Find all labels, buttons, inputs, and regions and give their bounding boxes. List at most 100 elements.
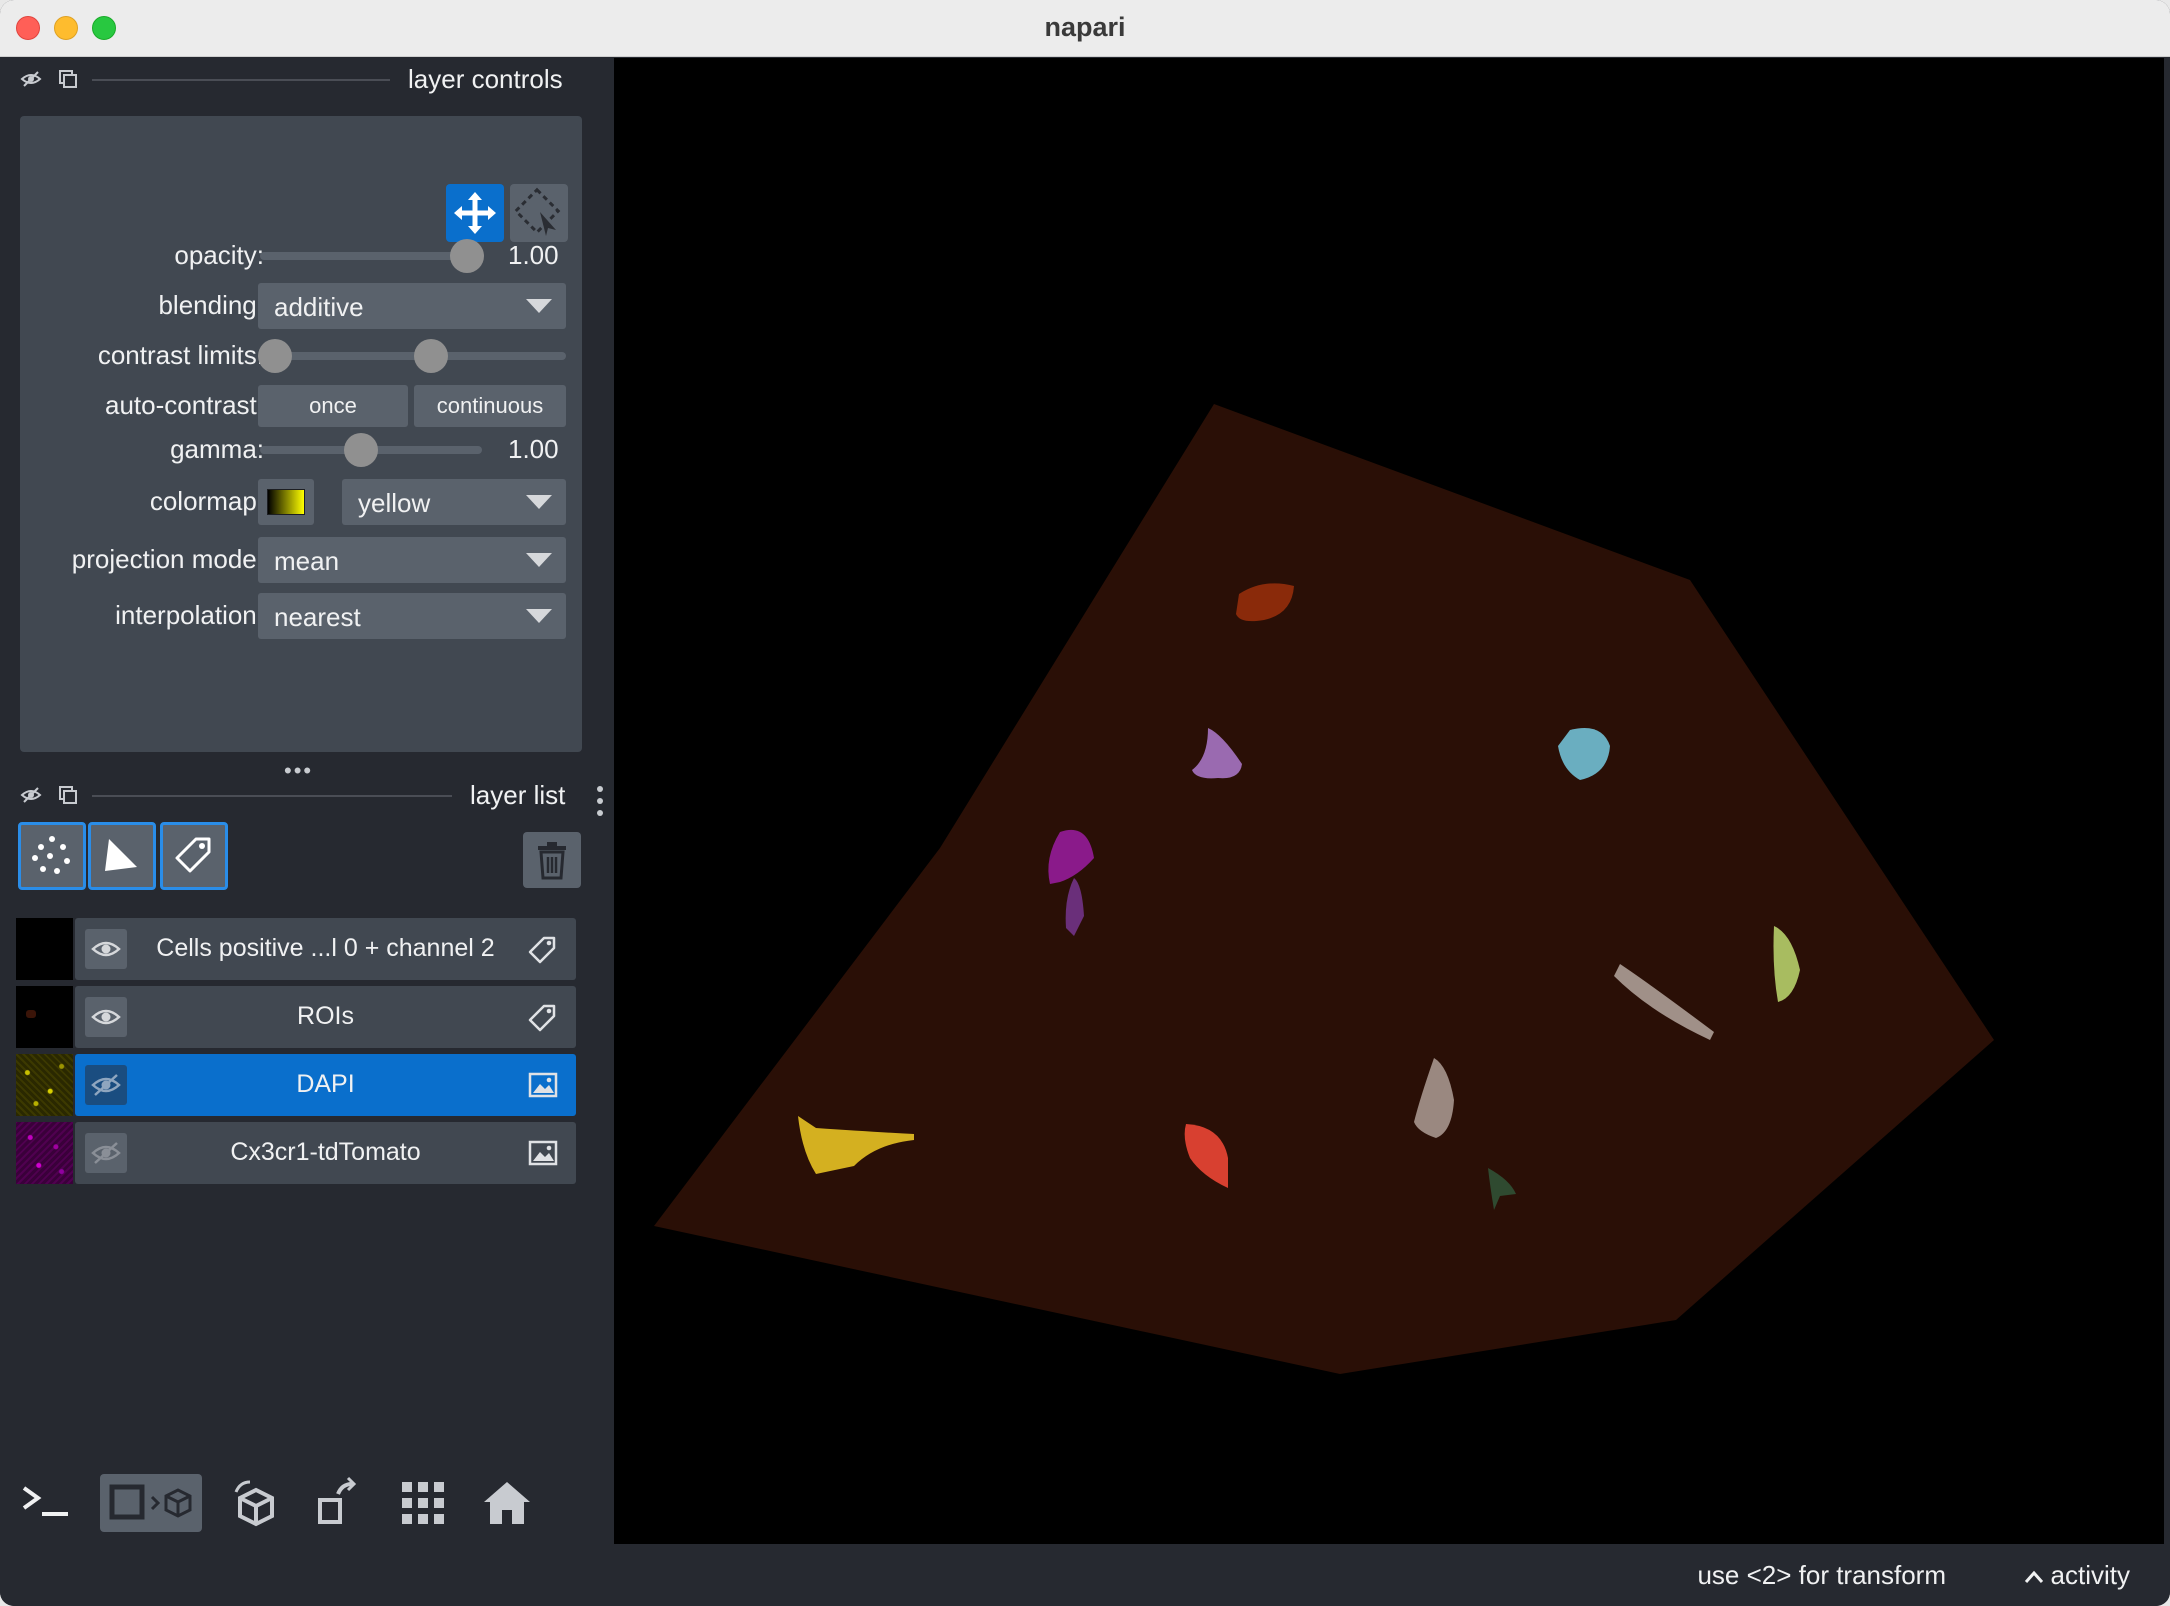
labels-icon [175, 837, 211, 873]
layer-thumbnail [16, 1122, 73, 1184]
layer-name: Cx3cr1-tdTomato [230, 1138, 421, 1166]
layer-row-cx3cr1[interactable]: Cx3cr1-tdTomato [16, 1122, 576, 1184]
chevron-down-icon [526, 495, 552, 509]
layer-item[interactable]: DAPI [75, 1054, 576, 1116]
contrast-limits-high-handle[interactable] [414, 339, 448, 373]
projection-mode-dropdown[interactable]: mean [258, 537, 566, 583]
colormap-swatch [267, 489, 305, 515]
more-options-icon[interactable] [594, 784, 606, 818]
home-icon [484, 1482, 530, 1524]
colormap-label: colormap: [149, 486, 264, 516]
colormap-dropdown[interactable]: yellow [342, 479, 566, 525]
shapes-icon [105, 839, 137, 871]
roll-dims-icon [234, 1480, 274, 1527]
opacity-row: opacity: 1.00 [20, 234, 582, 278]
console-button[interactable] [16, 1474, 74, 1532]
gamma-row: gamma: 1.00 [20, 428, 582, 472]
interpolation-label: interpolation: [115, 600, 264, 630]
opacity-slider-track[interactable] [260, 252, 482, 260]
colormap-value: yellow [358, 488, 431, 518]
visibility-toggle[interactable] [85, 1133, 127, 1173]
eye-hidden-icon [91, 1074, 121, 1096]
auto-contrast-row: auto-contrast: once continuous [20, 384, 582, 428]
blending-row: blending: additive [20, 283, 582, 329]
thumbnail-blob [26, 1010, 36, 1018]
projection-mode-value: mean [274, 546, 340, 576]
interpolation-dropdown[interactable]: nearest [258, 593, 566, 639]
image-icon [528, 1072, 558, 1098]
float-dock-icon[interactable] [57, 68, 79, 90]
gamma-value: 1.00 [508, 434, 559, 464]
visibility-toggle[interactable] [85, 1065, 127, 1105]
layer-item[interactable]: Cx3cr1-tdTomato [75, 1122, 576, 1184]
opacity-value: 1.00 [508, 240, 559, 270]
layer-controls-header: layer controls [0, 58, 612, 102]
image-icon [528, 1140, 558, 1166]
title-bar: napari [0, 0, 2170, 57]
opacity-slider-handle[interactable] [450, 239, 484, 273]
contrast-limits-track[interactable] [260, 352, 566, 360]
roll-dims-button[interactable] [226, 1474, 284, 1532]
layer-item[interactable]: Cells positive ...l 0 + channel 2 [75, 918, 576, 980]
header-divider [92, 79, 390, 81]
layer-row-rois[interactable]: ROIs [16, 986, 576, 1048]
layer-row-dapi[interactable]: DAPI [16, 1054, 576, 1116]
layer-name: DAPI [296, 1070, 355, 1098]
chevron-down-icon [526, 609, 552, 623]
float-dock-icon[interactable] [57, 784, 79, 806]
colormap-swatch-button[interactable] [258, 479, 314, 525]
eye-icon [91, 1009, 121, 1025]
auto-contrast-continuous-button[interactable]: continuous [414, 385, 566, 427]
points-icon [32, 836, 70, 874]
activity-button[interactable]: activity [2023, 1560, 2130, 1591]
projection-mode-row: projection mode: mean [20, 537, 582, 583]
layer-list-header: layer list [0, 774, 612, 818]
new-shapes-layer-button[interactable] [88, 822, 156, 890]
layer-thumbnail [16, 986, 73, 1048]
chevron-up-icon [2024, 1570, 2043, 1584]
ndisplay-toggle-button[interactable] [100, 1474, 202, 1532]
transpose-button[interactable] [310, 1474, 368, 1532]
layer-controls-panel: opacity: 1.00 blending: additive contras… [20, 116, 582, 752]
transpose-icon [318, 1476, 357, 1524]
napari-window: napari layer controls opacity: 1.00 blen… [0, 0, 2170, 1606]
layer-item[interactable]: ROIs [75, 986, 576, 1048]
blending-value: additive [274, 292, 364, 322]
new-labels-layer-button[interactable] [160, 822, 228, 890]
hide-dock-icon[interactable] [20, 68, 42, 90]
grid-icon [402, 1482, 444, 1524]
new-points-layer-button[interactable] [18, 822, 86, 890]
auto-contrast-once-button[interactable]: once [258, 385, 408, 427]
ndisplay-toggle-icon [109, 1484, 192, 1520]
visibility-toggle[interactable] [85, 997, 127, 1037]
layer-thumbnail [16, 1054, 73, 1116]
colormap-row: colormap: yellow [20, 479, 582, 525]
layer-name: ROIs [297, 1002, 354, 1030]
grid-view-button[interactable] [394, 1474, 452, 1532]
trash-icon [538, 842, 566, 880]
left-dock: layer controls opacity: 1.00 blending: a… [0, 58, 612, 1548]
contrast-limits-low-handle[interactable] [258, 339, 292, 373]
chevron-down-icon [526, 553, 552, 567]
gamma-label: gamma: [170, 434, 264, 464]
blending-dropdown[interactable]: additive [258, 283, 566, 329]
home-button[interactable] [478, 1474, 536, 1532]
viewer-canvas[interactable] [614, 58, 2164, 1544]
interpolation-value: nearest [274, 602, 361, 632]
interpolation-row: interpolation: nearest [20, 593, 582, 639]
console-icon [22, 1486, 68, 1516]
hide-dock-icon[interactable] [20, 784, 42, 806]
auto-contrast-label: auto-contrast: [105, 390, 264, 420]
canvas-image [654, 404, 1994, 1374]
status-bar: use <2> for transform activity [0, 1544, 2170, 1606]
roi-region [654, 404, 1994, 1374]
activity-label: activity [2050, 1560, 2130, 1590]
label-tag-icon [528, 1004, 556, 1032]
layer-controls-title: layer controls [408, 64, 563, 94]
layer-row-cells-positive[interactable]: Cells positive ...l 0 + channel 2 [16, 918, 576, 980]
layer-thumbnail [16, 918, 73, 980]
gamma-slider-handle[interactable] [344, 433, 378, 467]
delete-layer-button[interactable] [523, 832, 581, 888]
visibility-toggle[interactable] [85, 929, 127, 969]
opacity-label: opacity: [174, 240, 264, 270]
